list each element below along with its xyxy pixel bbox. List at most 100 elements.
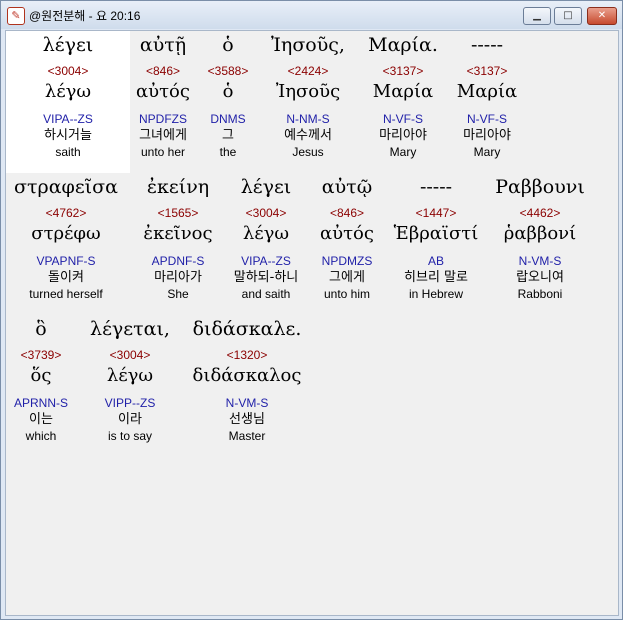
lemma: Ἑβραϊστί [393, 223, 479, 244]
morphology-code: AB [427, 254, 444, 268]
word-cell[interactable]: αὐτῇ <846> αὐτός NPDFZS 그녀에게 unto her [132, 31, 194, 160]
app-window: ✎ @원전분해 - 요 20:16 ▁ □ ✕ λέγει <3004> λέγ… [0, 0, 623, 620]
strong-number[interactable]: <1447> [386, 205, 486, 221]
english-gloss: Master [228, 429, 266, 443]
word-cell[interactable]: αὐτῷ <846> αὐτός NPDMZS 그에게 unto him [312, 173, 382, 302]
strong-number[interactable]: <3739> [6, 347, 76, 363]
morphology-code: DNMS [210, 112, 246, 126]
korean-gloss: 이는 [29, 412, 53, 427]
greek-word: Ἰησοῦς, [271, 34, 345, 56]
morphology-code: N-VM-S [225, 396, 269, 410]
word-cell[interactable]: Μαρία. <3137> Μαρία N-VF-S 마리아야 Mary [362, 31, 444, 160]
korean-gloss: 하시거늘 [44, 128, 92, 143]
morphology-code: N-VF-S [467, 112, 507, 126]
morphology-code: N-VF-S [383, 112, 423, 126]
title-bar[interactable]: ✎ @원전분해 - 요 20:16 ▁ □ ✕ [1, 1, 622, 29]
lemma: λέγω [106, 365, 154, 386]
minimize-icon: ▁ [533, 10, 541, 21]
korean-gloss: 그 [222, 128, 234, 143]
greek-word: αὐτῷ [321, 176, 373, 198]
morphology-code: VIPP--ZS [104, 396, 156, 410]
korean-gloss: 그에게 [329, 270, 365, 285]
word-cell[interactable]: ὁ <3588> ὁ DNMS 그 the [202, 31, 254, 160]
greek-word: ὁ [222, 34, 234, 56]
morphology-code: APRNN-S [13, 396, 68, 410]
lemma: Μαρία [372, 81, 434, 102]
greek-word: ἐκείνη [146, 176, 210, 198]
english-gloss: turned herself [29, 287, 103, 301]
english-gloss: Mary [473, 145, 501, 159]
strong-number[interactable]: <1565> [134, 205, 222, 221]
close-button[interactable]: ✕ [587, 7, 617, 25]
greek-word: αὐτῇ [139, 34, 187, 56]
minimize-button[interactable]: ▁ [523, 7, 551, 25]
word-cell[interactable]: ἐκείνη <1565> ἐκεῖνος APDNF-S 마리아가 She [134, 173, 222, 302]
strong-number[interactable]: <4462> [488, 205, 592, 221]
word-cell[interactable]: ὃ <3739> ὅς APRNN-S 이는 which [6, 315, 76, 444]
strong-number[interactable]: <3004> [6, 63, 130, 79]
book-icon[interactable]: ✎ [7, 7, 25, 25]
morphology-code: VIPA--ZS [241, 254, 291, 268]
lemma: στρέφω [31, 223, 101, 244]
morphology-code: VPAPNF-S [36, 254, 96, 268]
word-cell[interactable]: ----- <3137> Μαρία N-VF-S 마리아야 Mary [450, 31, 524, 160]
lemma: Ἰησοῦς [275, 81, 341, 102]
strong-number[interactable]: <3137> [362, 63, 444, 79]
strong-number[interactable]: <3004> [84, 347, 176, 363]
maximize-icon: □ [563, 10, 573, 21]
english-gloss: which [25, 429, 57, 443]
word-cell[interactable]: στραφεῖσα <4762> στρέφω VPAPNF-S 돌이켜 tur… [6, 173, 126, 302]
lemma: ὁ [222, 81, 234, 102]
strong-number[interactable]: <846> [132, 63, 194, 79]
lemma: ἐκεῖνος [143, 223, 213, 244]
lemma: αὐτός [320, 223, 374, 244]
strong-number[interactable]: <846> [312, 205, 382, 221]
english-gloss: unto him [323, 287, 371, 301]
morphology-code: N-VM-S [518, 254, 562, 268]
korean-gloss: 마리아가 [154, 270, 202, 285]
close-icon: ✕ [597, 10, 607, 21]
korean-gloss: 돌이켜 [48, 270, 84, 285]
window-title: @원전분해 - 요 20:16 [29, 9, 141, 23]
korean-gloss: 말하되-하니 [233, 270, 299, 285]
greek-word: Μαρία. [368, 34, 438, 56]
english-gloss: She [167, 287, 189, 301]
english-gloss: Rabboni [517, 287, 563, 301]
strong-number[interactable]: <3588> [202, 63, 254, 79]
morphology-code: N-NM-S [286, 112, 330, 126]
english-gloss: unto her [140, 145, 186, 159]
greek-word: λέγεται, [90, 318, 170, 340]
morphology-code: APDNF-S [151, 254, 205, 268]
strong-number[interactable]: <3004> [224, 205, 308, 221]
strong-number[interactable]: <1320> [182, 347, 312, 363]
morphology-code: VIPA--ZS [43, 112, 93, 126]
greek-word: στραφεῖσα [14, 176, 118, 198]
english-gloss: Mary [389, 145, 417, 159]
strong-number[interactable]: <3137> [450, 63, 524, 79]
english-gloss: Jesus [292, 145, 324, 159]
word-cell[interactable]: Ραββουνι <4462> ῥαββονί N-VM-S 랍오니여 Rabb… [488, 173, 592, 302]
word-cell[interactable]: διδάσκαλε. <1320> διδάσκαλος N-VM-S 선생님 … [182, 315, 312, 444]
strong-number[interactable]: <2424> [262, 63, 354, 79]
strong-number[interactable]: <4762> [6, 205, 126, 221]
word-cell[interactable]: Ἰησοῦς, <2424> Ἰησοῦς N-NM-S 예수께서 Jesus [262, 31, 354, 160]
word-cell[interactable]: λέγει <3004> λέγω VIPA--ZS 말하되-하니 and sa… [224, 173, 308, 302]
lemma: λέγω [44, 81, 92, 102]
word-cell[interactable]: ----- <1447> Ἑβραϊστί AB 히브리 말로 in Hebre… [386, 173, 486, 302]
english-gloss: in Hebrew [408, 287, 464, 301]
word-cell[interactable]: λέγει <3004> λέγω VIPA--ZS 하시거늘 saith [6, 31, 130, 173]
english-gloss: and saith [241, 287, 291, 301]
korean-gloss: 예수께서 [284, 128, 332, 143]
morphology-code: NPDFZS [139, 112, 187, 126]
korean-gloss: 마리아야 [379, 128, 427, 143]
lemma: διδάσκαλος [192, 365, 302, 386]
lemma: ὅς [30, 365, 52, 386]
maximize-button[interactable]: □ [554, 7, 582, 25]
english-gloss: the [219, 145, 237, 159]
lemma: λέγω [242, 223, 290, 244]
word-cell[interactable]: λέγεται, <3004> λέγω VIPP--ZS 이라 is to s… [84, 315, 176, 444]
morphology-code: NPDMZS [321, 254, 373, 268]
korean-gloss: 선생님 [229, 412, 265, 427]
korean-gloss: 그녀에게 [139, 128, 187, 143]
lemma: Μαρία [456, 81, 518, 102]
